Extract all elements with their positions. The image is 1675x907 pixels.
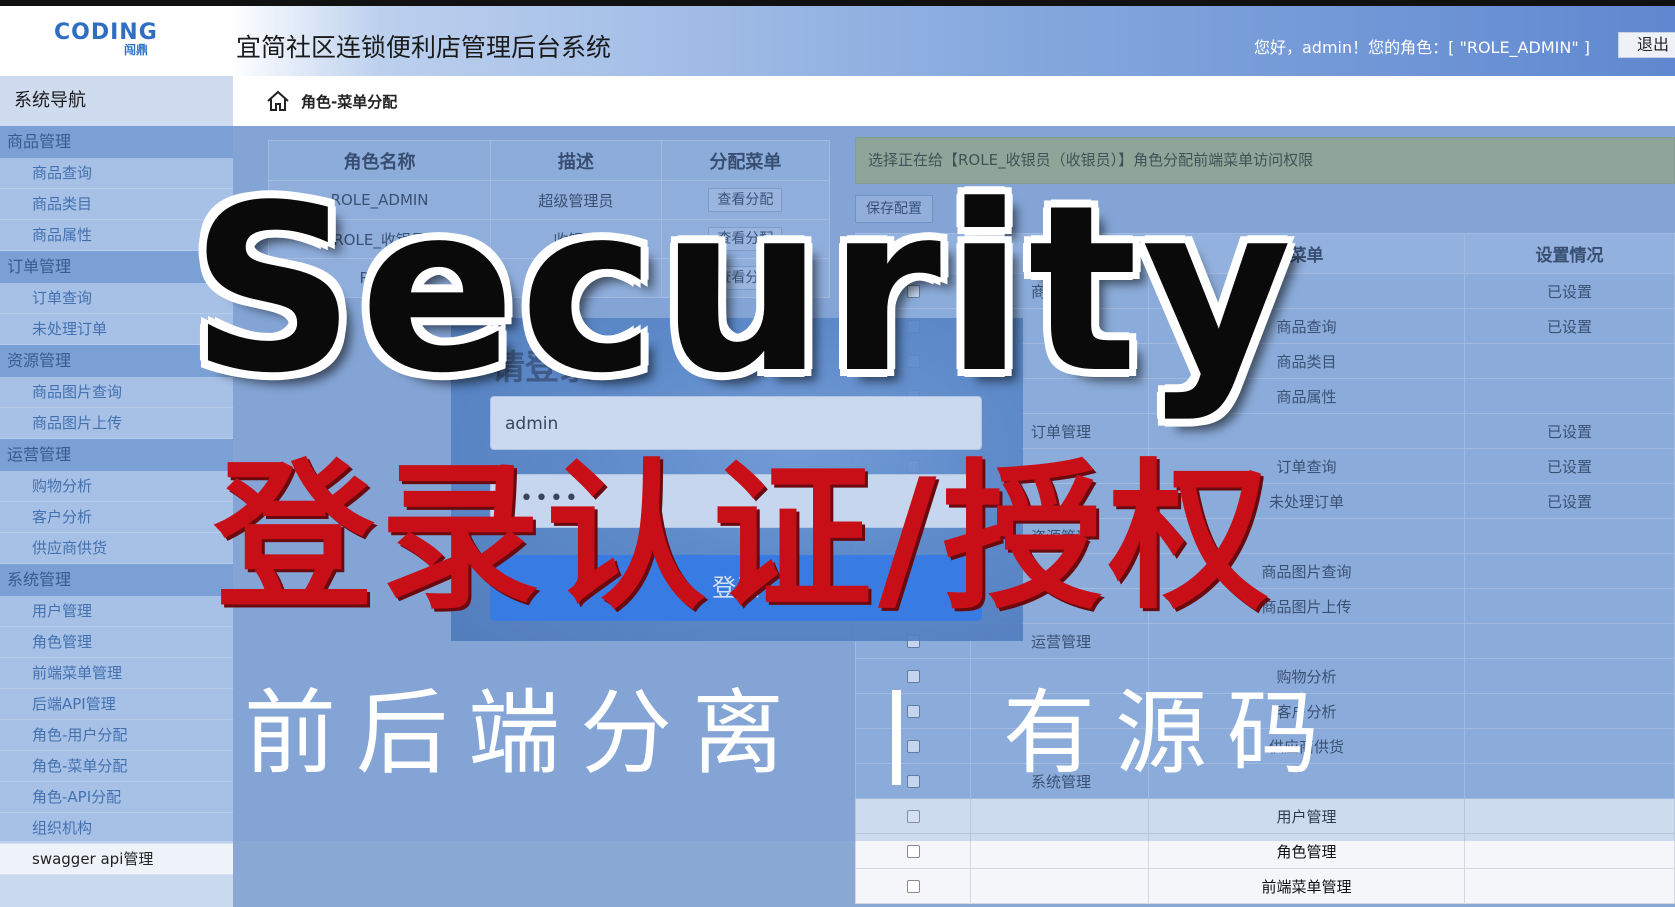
overlay-title: Security (190, 157, 1296, 424)
menu-checkbox[interactable] (906, 880, 920, 893)
sidebar-item[interactable]: swagger api管理 (0, 844, 233, 875)
overlay-tagline-left: 前后端分离 (244, 680, 805, 787)
table-row: 前端菜单管理 (855, 868, 1675, 904)
breadcrumb-current: 角色-菜单分配 (301, 93, 398, 111)
user-greeting: 您好，admin！您的角色：[ "ROLE_ADMIN" ] (1254, 38, 1591, 57)
home-icon[interactable] (265, 88, 291, 114)
overlay-tagline-right: 有源码 (1003, 680, 1340, 787)
breadcrumb: 角色-菜单分配 (233, 76, 1675, 126)
logout-button[interactable]: 退出 (1618, 32, 1675, 58)
status-value (1464, 868, 1675, 904)
app-title: 宜简社区连锁便利店管理后台系统 (236, 33, 612, 62)
menu-level1 (970, 868, 1149, 904)
logo-text: CODING (54, 20, 158, 45)
overlay-subtitle: 登录认证/授权 (214, 444, 1275, 631)
brand-logo: CODING 闯鼎 (54, 20, 174, 68)
sidebar-title: 系统导航 (0, 76, 233, 126)
app-header: CODING 闯鼎 宜简社区连锁便利店管理后台系统 您好，admin！您的角色：… (0, 6, 1675, 76)
overlay-divider (892, 690, 901, 785)
menu-level2: 前端菜单管理 (1148, 868, 1465, 904)
checkbox-cell (855, 868, 971, 904)
menu-checkbox[interactable] (906, 845, 920, 858)
